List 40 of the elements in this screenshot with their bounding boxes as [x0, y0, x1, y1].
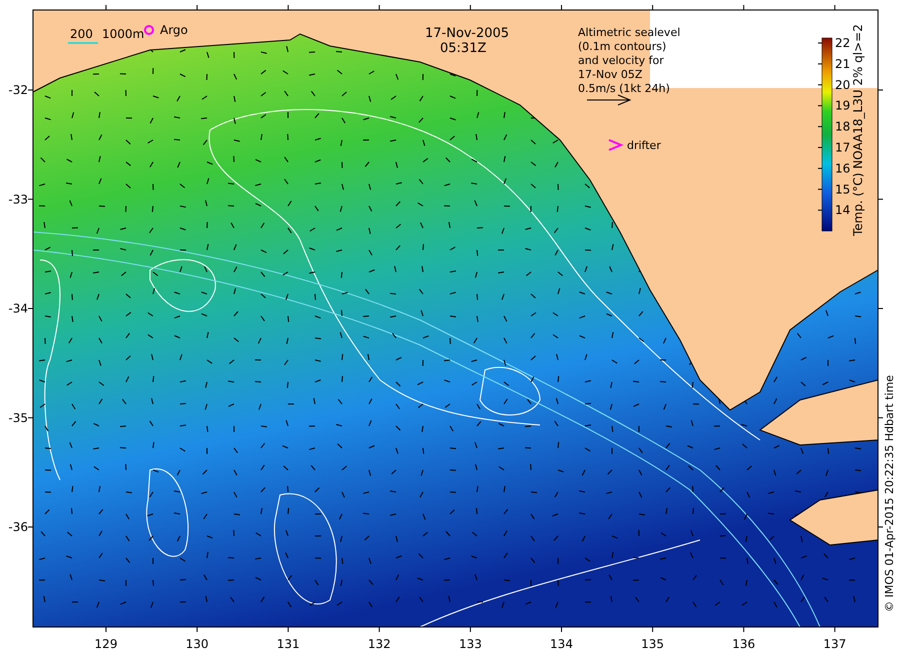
y-axis-tick-label: -35 [8, 410, 28, 425]
x-axis-tick-label: 137 [823, 637, 846, 651]
x-axis-tick-label: 131 [276, 637, 300, 651]
credit-text: © IMOS 01-Apr-2015 20:22:35 Hdbart time [883, 375, 896, 612]
y-axis-tick-label: -34 [8, 302, 28, 316]
bathymetry-legend-line [68, 42, 98, 44]
altimetry-note-line: 17-Nov 05Z [578, 68, 642, 81]
altimetry-note-line: and velocity for [578, 54, 664, 67]
y-axis-tick-label: -33 [8, 192, 28, 206]
velocity-scale-arrow-icon [586, 94, 632, 106]
x-axis-tick-label: 134 [550, 637, 573, 651]
x-axis-tick-label: 133 [458, 637, 482, 651]
altimetry-note-line: Altimetric sealevel [578, 26, 680, 39]
colorbar-tick-label: 21 [835, 56, 850, 71]
x-axis-tick-label: 132 [368, 637, 391, 651]
bathymetry-legend-label: 200 [70, 27, 93, 41]
colorbar-title: Temp. (°C) NOAA18_L3U 2% ql>=2 [851, 24, 865, 236]
altimetry-note-line: (0.1m contours) [578, 40, 666, 53]
x-axis-tick-label: 130 [186, 637, 209, 651]
x-axis-tick-label: 135 [641, 637, 664, 651]
colorbar-tick-label: 17 [835, 140, 850, 154]
map-time: 05:31Z [440, 41, 486, 56]
drifter-legend-label: drifter [627, 139, 661, 152]
colorbar-tick-label: 19 [835, 98, 850, 113]
colorbar-tick-label: 22 [835, 36, 850, 50]
altimetry-note-line: 0.5m/s (1kt 24h) [578, 82, 670, 95]
colorbar-tick-label: 16 [835, 161, 850, 176]
bathymetry-legend-label: 1000m [102, 27, 144, 41]
x-axis-tick-label: 136 [732, 637, 756, 651]
colorbar-tick-label: 20 [835, 78, 850, 92]
colorbar-tick-label: 18 [835, 120, 850, 134]
y-axis-tick-label: -36 [8, 520, 28, 534]
argo-legend-label: Argo [160, 23, 188, 37]
drifter-marker-icon [608, 139, 624, 151]
y-axis-tick-label: -32 [8, 83, 28, 97]
map-date: 17-Nov-2005 [425, 26, 510, 41]
x-axis-tick-label: 129 [94, 637, 118, 651]
colorbar-tick-label: 14 [835, 203, 850, 218]
colorbar-tick-label: 15 [835, 182, 850, 196]
argo-marker-icon [144, 25, 154, 35]
